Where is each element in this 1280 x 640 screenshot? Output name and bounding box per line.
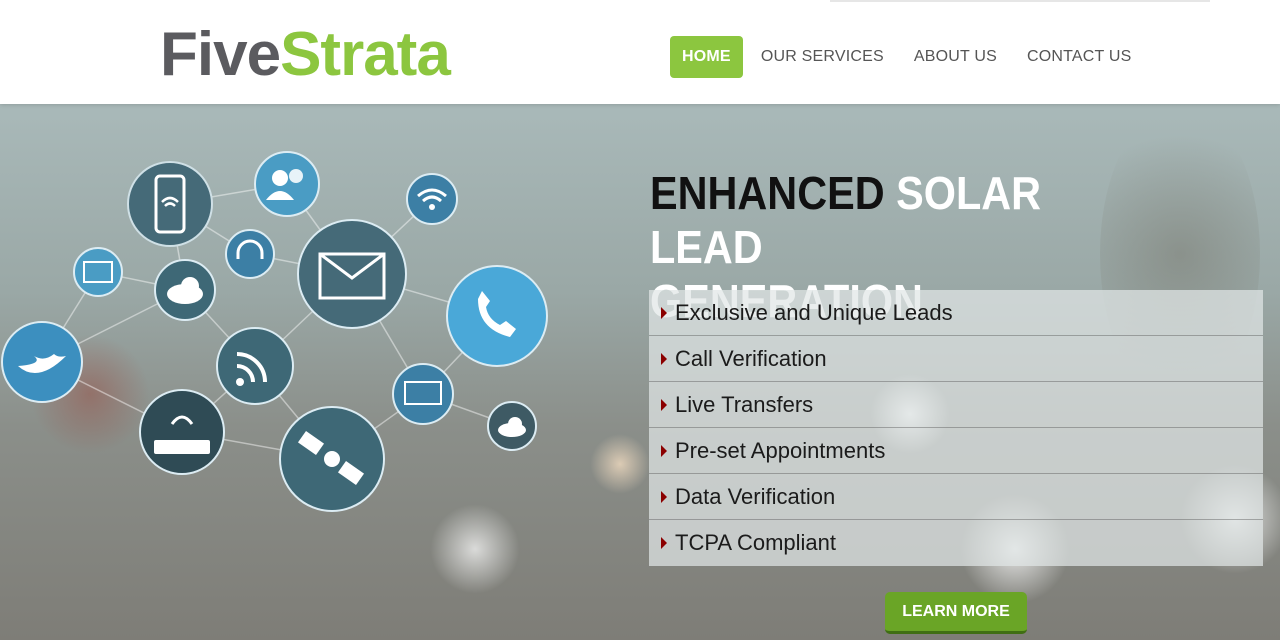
rss-icon: [216, 327, 294, 405]
caret-right-icon: [661, 490, 667, 503]
feature-label: TCPA Compliant: [675, 530, 836, 555]
headline-enhanced: ENHANCED: [650, 167, 885, 219]
caret-right-icon: [661, 352, 667, 365]
feature-label: Call Verification: [675, 345, 827, 371]
twitter-bird-icon: [1, 321, 83, 403]
network-illustration: [1, 151, 548, 512]
cloud-download-icon: [154, 259, 216, 321]
feature-item: Call Verification: [649, 336, 1263, 382]
fax-icon: [73, 247, 123, 297]
feature-item: Exclusive and Unique Leads: [649, 290, 1263, 336]
logo[interactable]: FiveStrata: [160, 20, 451, 90]
headset-icon: [225, 229, 275, 279]
feature-item: Pre-set Appointments: [649, 428, 1263, 474]
cloud-icon: [487, 401, 537, 451]
hero-section: ENHANCED SOLAR LEAD GENERATION Exclusive…: [0, 104, 1280, 640]
feature-item: Data Verification: [649, 474, 1263, 520]
feature-label: Pre-set Appointments: [675, 437, 886, 463]
nav-home[interactable]: HOME: [670, 36, 743, 78]
phone-icon: [446, 265, 548, 367]
caret-right-icon: [661, 306, 667, 319]
caret-right-icon: [661, 398, 667, 411]
feature-item: TCPA Compliant: [649, 520, 1263, 566]
top-divider: [830, 0, 1210, 2]
logo-strata: Strata: [280, 20, 451, 89]
nav-about-us[interactable]: ABOUT US: [902, 36, 1009, 78]
envelope-icon: [297, 219, 407, 329]
smartphone-wifi-icon: [127, 161, 213, 247]
main-nav: HOME OUR SERVICES ABOUT US CONTACT US: [670, 36, 1149, 78]
logo-five: Five: [160, 20, 281, 89]
caret-right-icon: [661, 537, 667, 549]
nav-contact-us[interactable]: CONTACT US: [1015, 36, 1144, 78]
satellite-icon: [279, 406, 385, 512]
site-header: FiveStrata HOME OUR SERVICES ABOUT US CO…: [0, 0, 1280, 104]
nav-our-services[interactable]: OUR SERVICES: [749, 36, 896, 78]
feature-label: Exclusive and Unique Leads: [675, 299, 953, 325]
feature-label: Data Verification: [675, 483, 836, 509]
router-icon: [139, 389, 225, 475]
feature-list: Exclusive and Unique Leads Call Verifica…: [649, 290, 1263, 566]
caret-right-icon: [661, 444, 667, 457]
users-icon: [254, 151, 320, 217]
laptop-wifi-icon: [392, 363, 454, 425]
learn-more-button[interactable]: LEARN MORE: [885, 592, 1027, 634]
wifi-icon: [406, 173, 458, 225]
feature-label: Live Transfers: [675, 391, 814, 417]
feature-item: Live Transfers: [649, 382, 1263, 428]
bokeh-light: [590, 434, 650, 494]
